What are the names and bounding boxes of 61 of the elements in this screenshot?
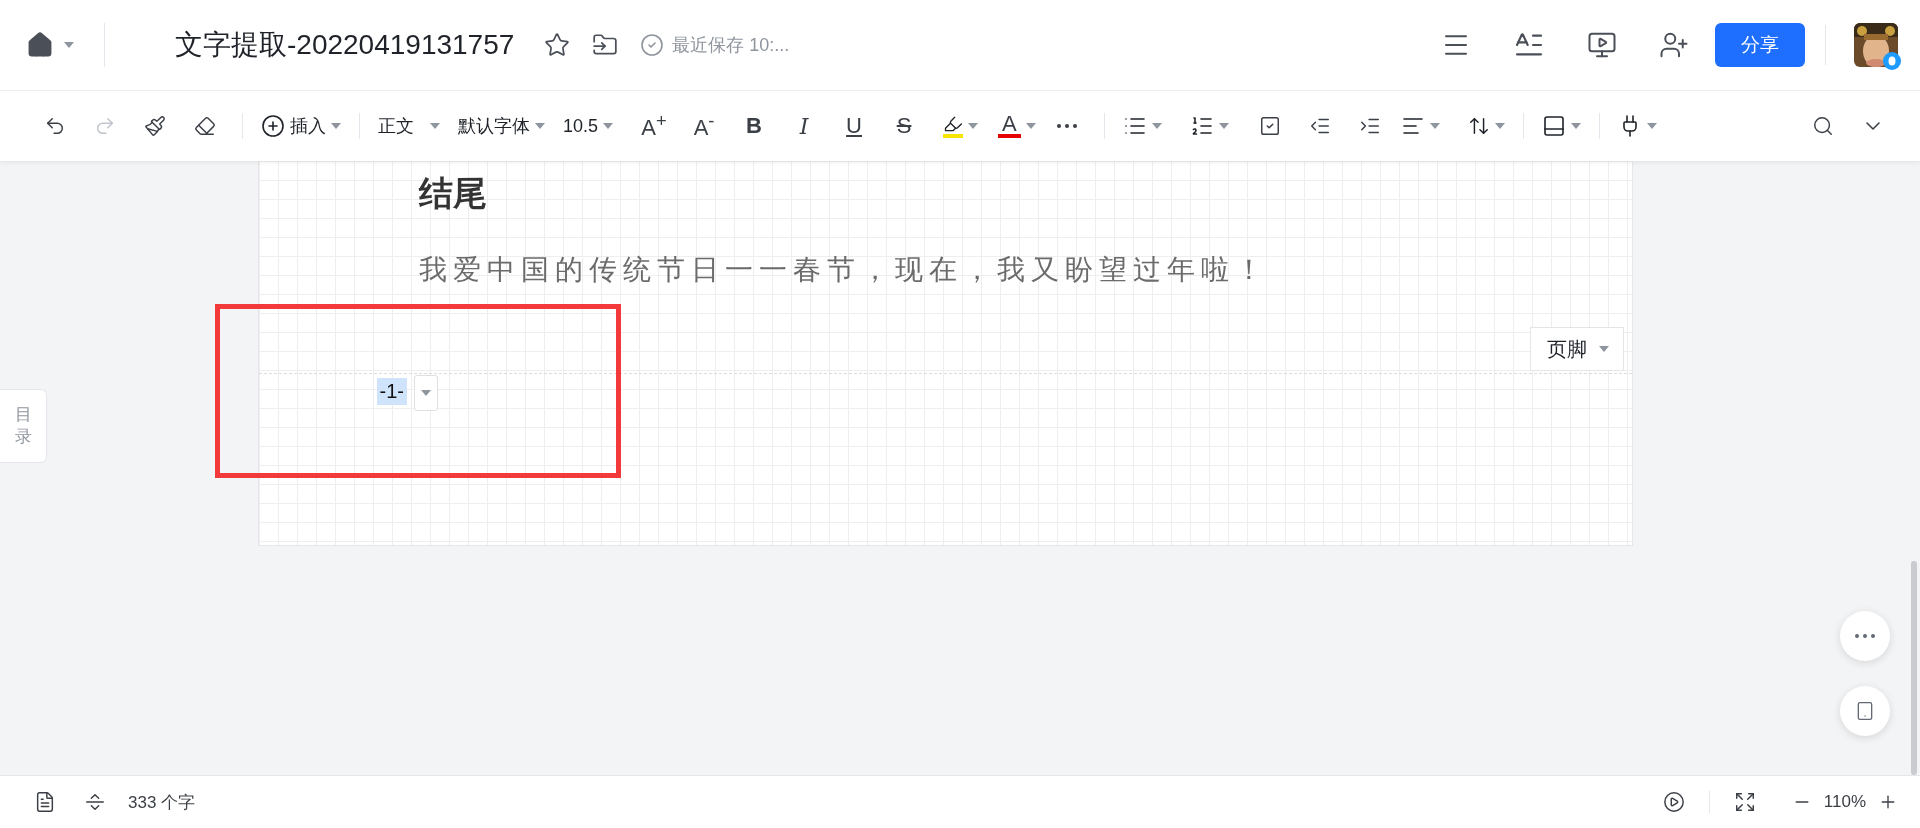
check-circle-icon [640,33,665,57]
font-dropdown[interactable]: 默认字体 [452,108,551,144]
paragraph: 我爱中国的传统节日一一春节，现在，我又盼望过年啦！ [418,252,1269,288]
font-color-button[interactable]: A [998,114,1021,138]
zoom-level: 110% [1823,792,1866,812]
caret-icon [535,123,545,129]
italic-button[interactable]: I [779,108,830,144]
add-user-icon[interactable] [1659,30,1689,60]
caret-icon [1570,123,1581,129]
checkbox-icon[interactable] [1258,115,1281,137]
folder-icon[interactable] [592,32,619,58]
highlight-icon[interactable] [943,114,964,138]
caret-icon [603,123,614,129]
search-icon[interactable] [1812,115,1834,137]
insert-dropdown[interactable]: 插入 [255,108,347,144]
scrollbar[interactable] [1911,561,1917,775]
badge-icon [1883,52,1901,70]
caret-icon [1151,123,1162,129]
footer-dropdown[interactable]: 页脚 [1529,327,1624,371]
caret-icon [64,42,74,48]
outline-icon[interactable] [34,791,56,813]
caret-icon [430,123,440,129]
more-icon[interactable] [1056,124,1077,128]
tablet-icon [1855,701,1875,721]
fullscreen-icon[interactable] [1733,791,1756,813]
more-icon [1855,634,1875,638]
underline-button[interactable]: U [829,108,880,144]
eraser-icon[interactable] [194,115,216,137]
caret-icon [1646,123,1657,129]
caret-icon [1429,123,1440,129]
decrease-font-button[interactable]: A$^{-}$ [679,108,730,144]
undo-icon[interactable] [44,115,66,137]
plus-circle-icon [261,114,285,138]
word-count: 333 个字 [128,791,196,814]
caret-icon [1598,346,1609,352]
document-title: 文字提取-20220419131757 [175,28,515,62]
page-number[interactable]: -1- [376,378,407,405]
save-status: 最近保存 10:... [672,34,790,57]
paragraph-style-dropdown[interactable]: 正文 [372,108,446,144]
star-icon[interactable] [544,32,571,58]
page-number-dropdown[interactable] [413,375,438,411]
caret-icon [1494,123,1505,129]
caret-icon [331,123,341,129]
caret-icon [420,390,431,396]
bold-button[interactable]: B [729,108,780,144]
line-spacing-icon[interactable] [1467,115,1490,137]
home-icon[interactable] [26,31,54,59]
caret-icon [1218,123,1229,129]
caret-icon [968,123,979,129]
section-heading: 结尾 [418,173,487,214]
format-painter-icon[interactable] [144,115,166,137]
mobile-view-button[interactable] [1840,686,1890,736]
play-icon[interactable] [1662,791,1685,813]
strikethrough-button[interactable]: S [879,108,930,144]
share-button[interactable]: 分享 [1715,23,1805,67]
page-layout-icon[interactable] [1541,114,1566,138]
page-break-icon[interactable] [84,791,106,813]
caret-icon [1025,123,1036,129]
increase-font-button[interactable]: A$^{+}$ [629,108,680,144]
font-size-dropdown[interactable]: 10.5 [557,108,620,144]
presentation-icon[interactable] [1587,30,1617,60]
